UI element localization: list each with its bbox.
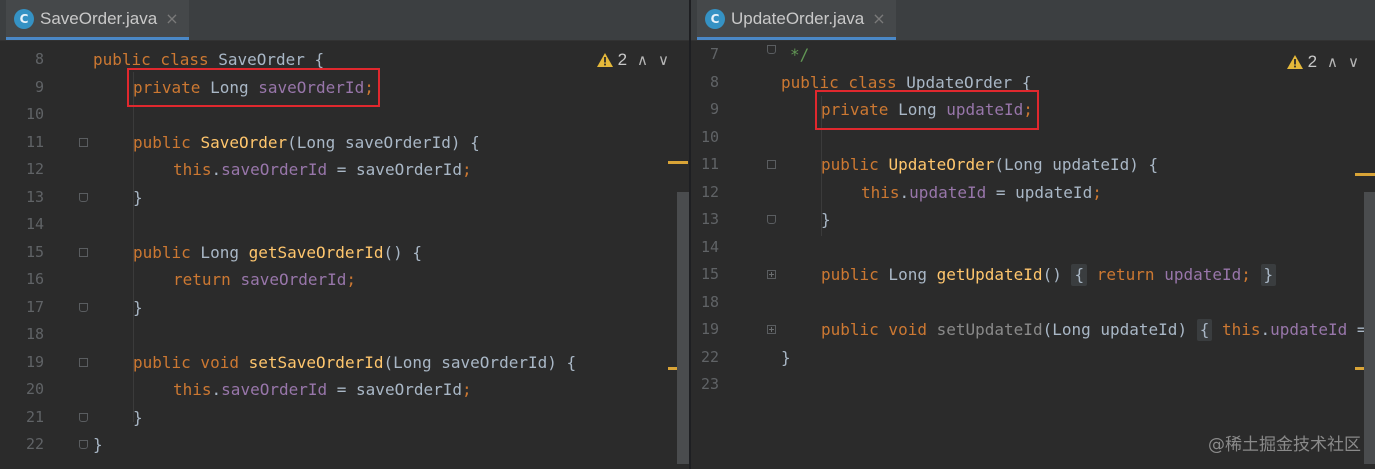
editor-pane-saveorder: C SaveOrder.java × 2 ∧ ∨ 8 public class … <box>0 0 689 469</box>
code-line: public void setUpdateId(Long updateId) {… <box>821 319 1367 341</box>
fold-expand-marker[interactable] <box>767 270 776 279</box>
java-class-icon: C <box>14 8 34 29</box>
line-number: 7 <box>709 45 719 63</box>
fold-marker[interactable] <box>79 192 88 202</box>
line-number: 14 <box>700 237 719 256</box>
code-line: } <box>93 435 103 454</box>
fold-marker[interactable] <box>767 45 776 54</box>
code-line: public SaveOrder(Long saveOrderId) { <box>133 132 480 152</box>
line-number: 15 <box>25 242 44 261</box>
code-line: */ <box>790 45 810 64</box>
code-line: public class UpdateOrder { <box>781 72 1032 92</box>
line-number: 22 <box>25 435 44 453</box>
line-number: 13 <box>25 187 44 206</box>
tab-label: UpdateOrder.java <box>731 8 865 28</box>
highlighted-field-declaration: private Long saveOrderId; <box>127 67 380 107</box>
code-line: } <box>133 407 143 427</box>
editor-pane-updateorder: C UpdateOrder.java × 2 ∧ ∨ 7 */ 8 public… <box>691 0 1375 469</box>
vertical-scrollbar[interactable] <box>677 192 689 464</box>
line-number: 17 <box>25 297 44 316</box>
tab-bar: C SaveOrder.java × <box>0 0 689 41</box>
vertical-scrollbar[interactable] <box>1364 192 1375 464</box>
code-line: public Long getUpdateId() { return updat… <box>821 261 1277 289</box>
code-line: this.updateId = updateId; <box>861 182 1102 202</box>
line-number: 14 <box>25 215 44 233</box>
code-line: } <box>821 210 831 229</box>
line-number: 8 <box>34 50 44 68</box>
warning-stripe-marker[interactable] <box>1355 173 1375 176</box>
fold-marker[interactable] <box>79 247 88 257</box>
line-number: 15 <box>700 265 719 283</box>
line-number: 23 <box>700 375 719 393</box>
line-number: 8 <box>709 72 719 91</box>
fold-marker[interactable] <box>79 357 88 367</box>
fold-expand-marker[interactable] <box>767 325 776 334</box>
line-number: 12 <box>700 182 719 201</box>
line-number: 21 <box>25 407 44 426</box>
code-line: return saveOrderId; <box>173 270 357 289</box>
fold-marker[interactable] <box>79 412 88 422</box>
code-line: public void setSaveOrderId(Long saveOrde… <box>133 352 577 372</box>
warning-stripe-marker[interactable] <box>668 161 688 164</box>
code-line: public class SaveOrder { <box>93 50 325 69</box>
folded-region[interactable]: { <box>1196 319 1213 341</box>
code-line: this.saveOrderId = saveOrderId; <box>173 160 472 179</box>
tab-label: SaveOrder.java <box>40 8 158 28</box>
code-line: } <box>133 187 143 207</box>
java-class-icon: C <box>705 8 725 29</box>
fold-marker[interactable] <box>79 302 88 312</box>
highlighted-field-declaration: private Long updateId; <box>815 90 1039 130</box>
fold-marker[interactable] <box>767 160 776 169</box>
code-line: } <box>133 297 143 317</box>
line-number: 18 <box>25 325 44 343</box>
line-number: 10 <box>700 127 719 146</box>
line-number: 20 <box>25 380 44 398</box>
code-line: } <box>781 347 791 367</box>
fold-marker[interactable] <box>767 215 776 224</box>
code-editor[interactable]: 8 public class SaveOrder { 9 private Lon… <box>0 41 689 469</box>
close-icon[interactable]: × <box>872 9 885 28</box>
line-number: 18 <box>700 292 719 311</box>
code-line: this.saveOrderId = saveOrderId; <box>173 380 472 399</box>
line-number: 12 <box>25 160 44 178</box>
line-number: 13 <box>700 210 719 228</box>
tab-saveorder-java[interactable]: C SaveOrder.java × <box>6 0 189 40</box>
code-line: public UpdateOrder(Long updateId) { <box>821 155 1159 174</box>
line-number: 11 <box>700 155 719 173</box>
fold-marker[interactable] <box>79 137 88 147</box>
folded-region[interactable]: { <box>1071 264 1088 286</box>
line-number: 19 <box>25 352 44 371</box>
tab-bar: C UpdateOrder.java × <box>691 0 1375 41</box>
fold-marker[interactable] <box>79 440 88 449</box>
folded-region[interactable]: } <box>1260 264 1277 286</box>
tab-updateorder-java[interactable]: C UpdateOrder.java × <box>697 0 896 40</box>
line-number: 9 <box>709 100 719 118</box>
line-number: 10 <box>25 105 44 123</box>
code-editor[interactable]: 7 */ 8 public class UpdateOrder { 9 priv… <box>691 41 1375 469</box>
code-line: public Long getSaveOrderId() { <box>133 242 422 262</box>
line-number: 19 <box>700 320 719 338</box>
line-number: 22 <box>700 347 719 366</box>
watermark: @稀土掘金技术社区 <box>1208 435 1361 455</box>
line-number: 9 <box>34 77 44 96</box>
close-icon[interactable]: × <box>165 9 178 28</box>
line-number: 16 <box>25 270 44 288</box>
line-number: 11 <box>25 132 44 151</box>
